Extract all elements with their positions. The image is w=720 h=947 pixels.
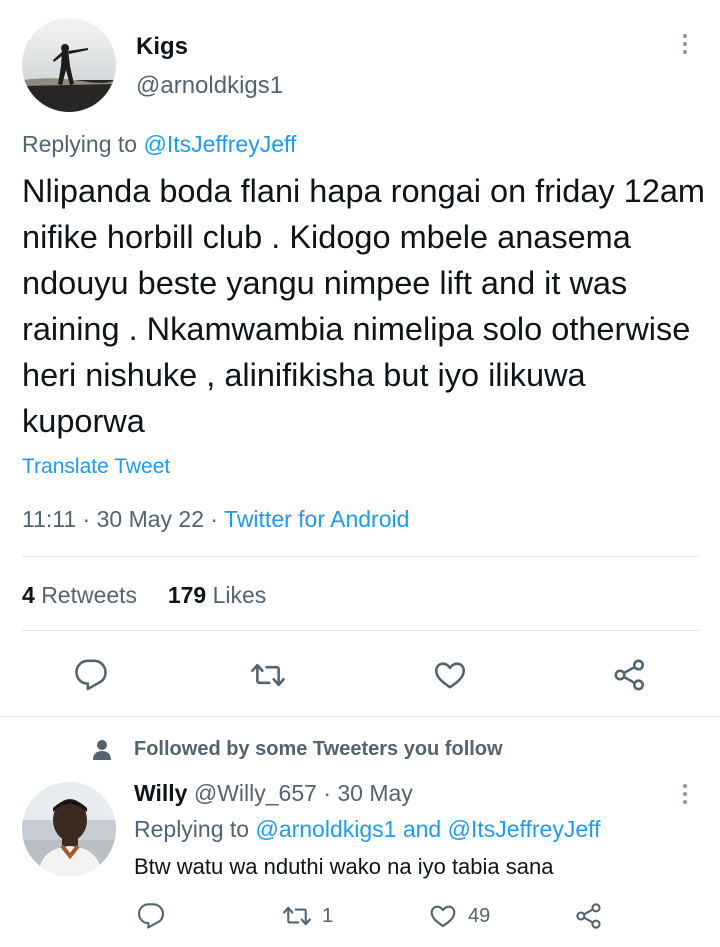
reply-replying-to: Replying to @arnoldkigs1 and @ItsJeffrey…: [134, 816, 601, 843]
reply-text: Btw watu wa nduthi wako na iyo tabia san…: [134, 854, 554, 879]
meta-separator: ·: [82, 506, 97, 532]
thread-divider: [0, 716, 720, 717]
like-icon: [430, 905, 456, 928]
like-button[interactable]: [432, 658, 468, 692]
share-icon: [576, 903, 601, 929]
reply-reply-button[interactable]: [137, 902, 165, 930]
replying-to-and: and: [396, 816, 448, 842]
reply-more-icon[interactable]: [675, 780, 695, 808]
likes-stat[interactable]: 179 Likes: [168, 582, 266, 608]
retweets-count: 4: [22, 582, 35, 608]
share-button[interactable]: [612, 658, 648, 692]
replying-to-prefix: Replying to: [22, 131, 144, 157]
retweet-button[interactable]: [250, 658, 286, 692]
author-avatar[interactable]: [22, 18, 116, 112]
reply-retweet-count: 1: [322, 904, 334, 927]
reply-icon: [137, 903, 165, 929]
retweets-label: Retweets: [41, 582, 138, 608]
reply-icon: [75, 659, 107, 691]
retweet-icon: [283, 906, 311, 926]
tweet-stats: 4 Retweets 179 Likes: [22, 582, 266, 609]
replying-to: Replying to @ItsJeffreyJeff: [22, 131, 296, 158]
reply-retweet-button[interactable]: 1: [282, 902, 333, 930]
reply-author-handle[interactable]: @Willy_657: [194, 780, 317, 806]
tweet-time: 11:11: [22, 506, 77, 532]
divider: [22, 556, 699, 557]
reply-like-button[interactable]: 49: [428, 902, 490, 930]
reply-like-count: 49: [468, 904, 491, 927]
person-icon: [93, 739, 111, 760]
replying-to-prefix: Replying to: [134, 816, 256, 842]
reply-author-name[interactable]: Willy: [134, 780, 187, 806]
author-name[interactable]: Kigs: [136, 33, 188, 61]
share-icon: [614, 659, 645, 691]
avatar-image: [22, 18, 116, 112]
reply-share-button[interactable]: [574, 902, 604, 930]
replying-to-link-1[interactable]: @arnoldkigs1: [255, 816, 396, 842]
likes-label: Likes: [212, 582, 267, 608]
avatar-image: [22, 782, 116, 876]
likes-count: 179: [167, 582, 207, 608]
translate-tweet-link[interactable]: Translate Tweet: [22, 455, 170, 479]
reply-date[interactable]: 30 May: [337, 780, 412, 806]
author-handle[interactable]: @arnoldkigs1: [136, 72, 283, 100]
reply-header: Willy @Willy_657 · 30 May: [134, 780, 413, 807]
tweet-meta: 11:11 · 30 May 22 · Twitter for Android: [22, 506, 409, 533]
followed-by-notice: Followed by some Tweeters you follow: [92, 738, 503, 761]
retweet-icon: [251, 663, 285, 687]
reply-button[interactable]: [74, 658, 108, 692]
retweets-stat[interactable]: 4 Retweets: [22, 582, 137, 608]
like-icon: [434, 662, 466, 689]
tweet-source[interactable]: Twitter for Android: [224, 506, 409, 532]
reply-author-avatar[interactable]: [22, 782, 116, 876]
tweet-text: Nlipanda boda flani hapa rongai on frida…: [22, 173, 705, 439]
replying-to-link[interactable]: @ItsJeffreyJeff: [143, 131, 296, 157]
meta-separator: ·: [210, 506, 225, 532]
tweet-date: 30 May 22: [96, 506, 205, 532]
meta-separator: ·: [323, 780, 338, 806]
replying-to-link-2[interactable]: @ItsJeffreyJeff: [448, 816, 601, 842]
more-icon[interactable]: [675, 30, 695, 58]
followed-label: Followed by some Tweeters you follow: [134, 738, 503, 760]
divider: [22, 630, 699, 631]
